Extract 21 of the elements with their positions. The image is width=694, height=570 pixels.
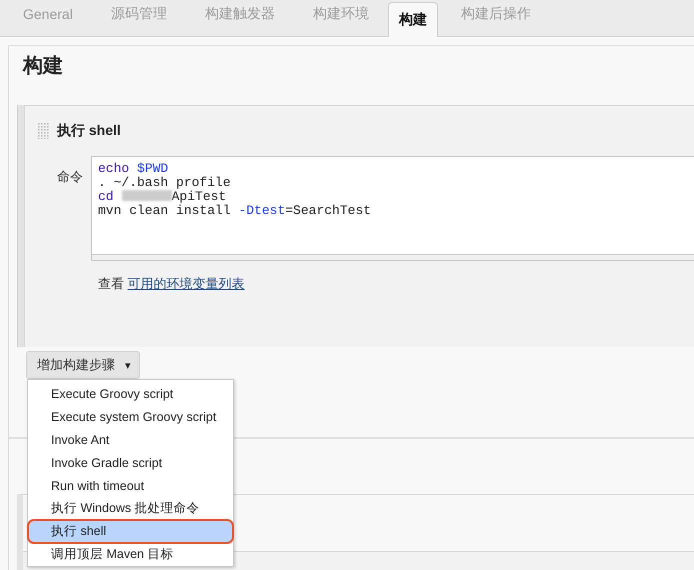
- add-build-step-button[interactable]: 增加构建步骤 ▾: [26, 351, 140, 379]
- section-heading: 构建: [21, 54, 64, 79]
- menu-item[interactable]: Run with timeout: [28, 474, 233, 497]
- code-line: . ~/.bash profile: [98, 176, 232, 190]
- menu-item[interactable]: Invoke Gradle script: [28, 451, 233, 474]
- step-title: 执行 shell: [57, 122, 121, 140]
- menu-item[interactable]: Execute system Groovy script: [28, 405, 233, 428]
- code-line: cd ApiTest: [98, 190, 228, 204]
- code-line: echo $PWD: [98, 162, 170, 176]
- menu-item[interactable]: 调用顶层 Maven 目标: [28, 543, 233, 566]
- tab[interactable]: 构建: [388, 2, 438, 37]
- drag-handle-icon[interactable]: [38, 123, 50, 139]
- menu-item[interactable]: 执行 Windows 批处理命令: [28, 497, 233, 520]
- hint-text: 查看: [98, 276, 124, 291]
- command-field[interactable]: echo $PWD . ~/.bash profile cd ApiTest mvn clean install -Dtest=SearchTest: [91, 156, 694, 261]
- menu-item[interactable]: Invoke Ant: [28, 428, 233, 451]
- env-vars-link[interactable]: 可用的环境变量列表: [128, 276, 245, 291]
- code-line: mvn clean install -Dtest=SearchTest: [98, 204, 372, 218]
- field-label: 命令: [56, 168, 84, 186]
- menu-item[interactable]: 执行 shell: [28, 520, 233, 543]
- menu-item[interactable]: Execute Groovy script: [28, 382, 233, 405]
